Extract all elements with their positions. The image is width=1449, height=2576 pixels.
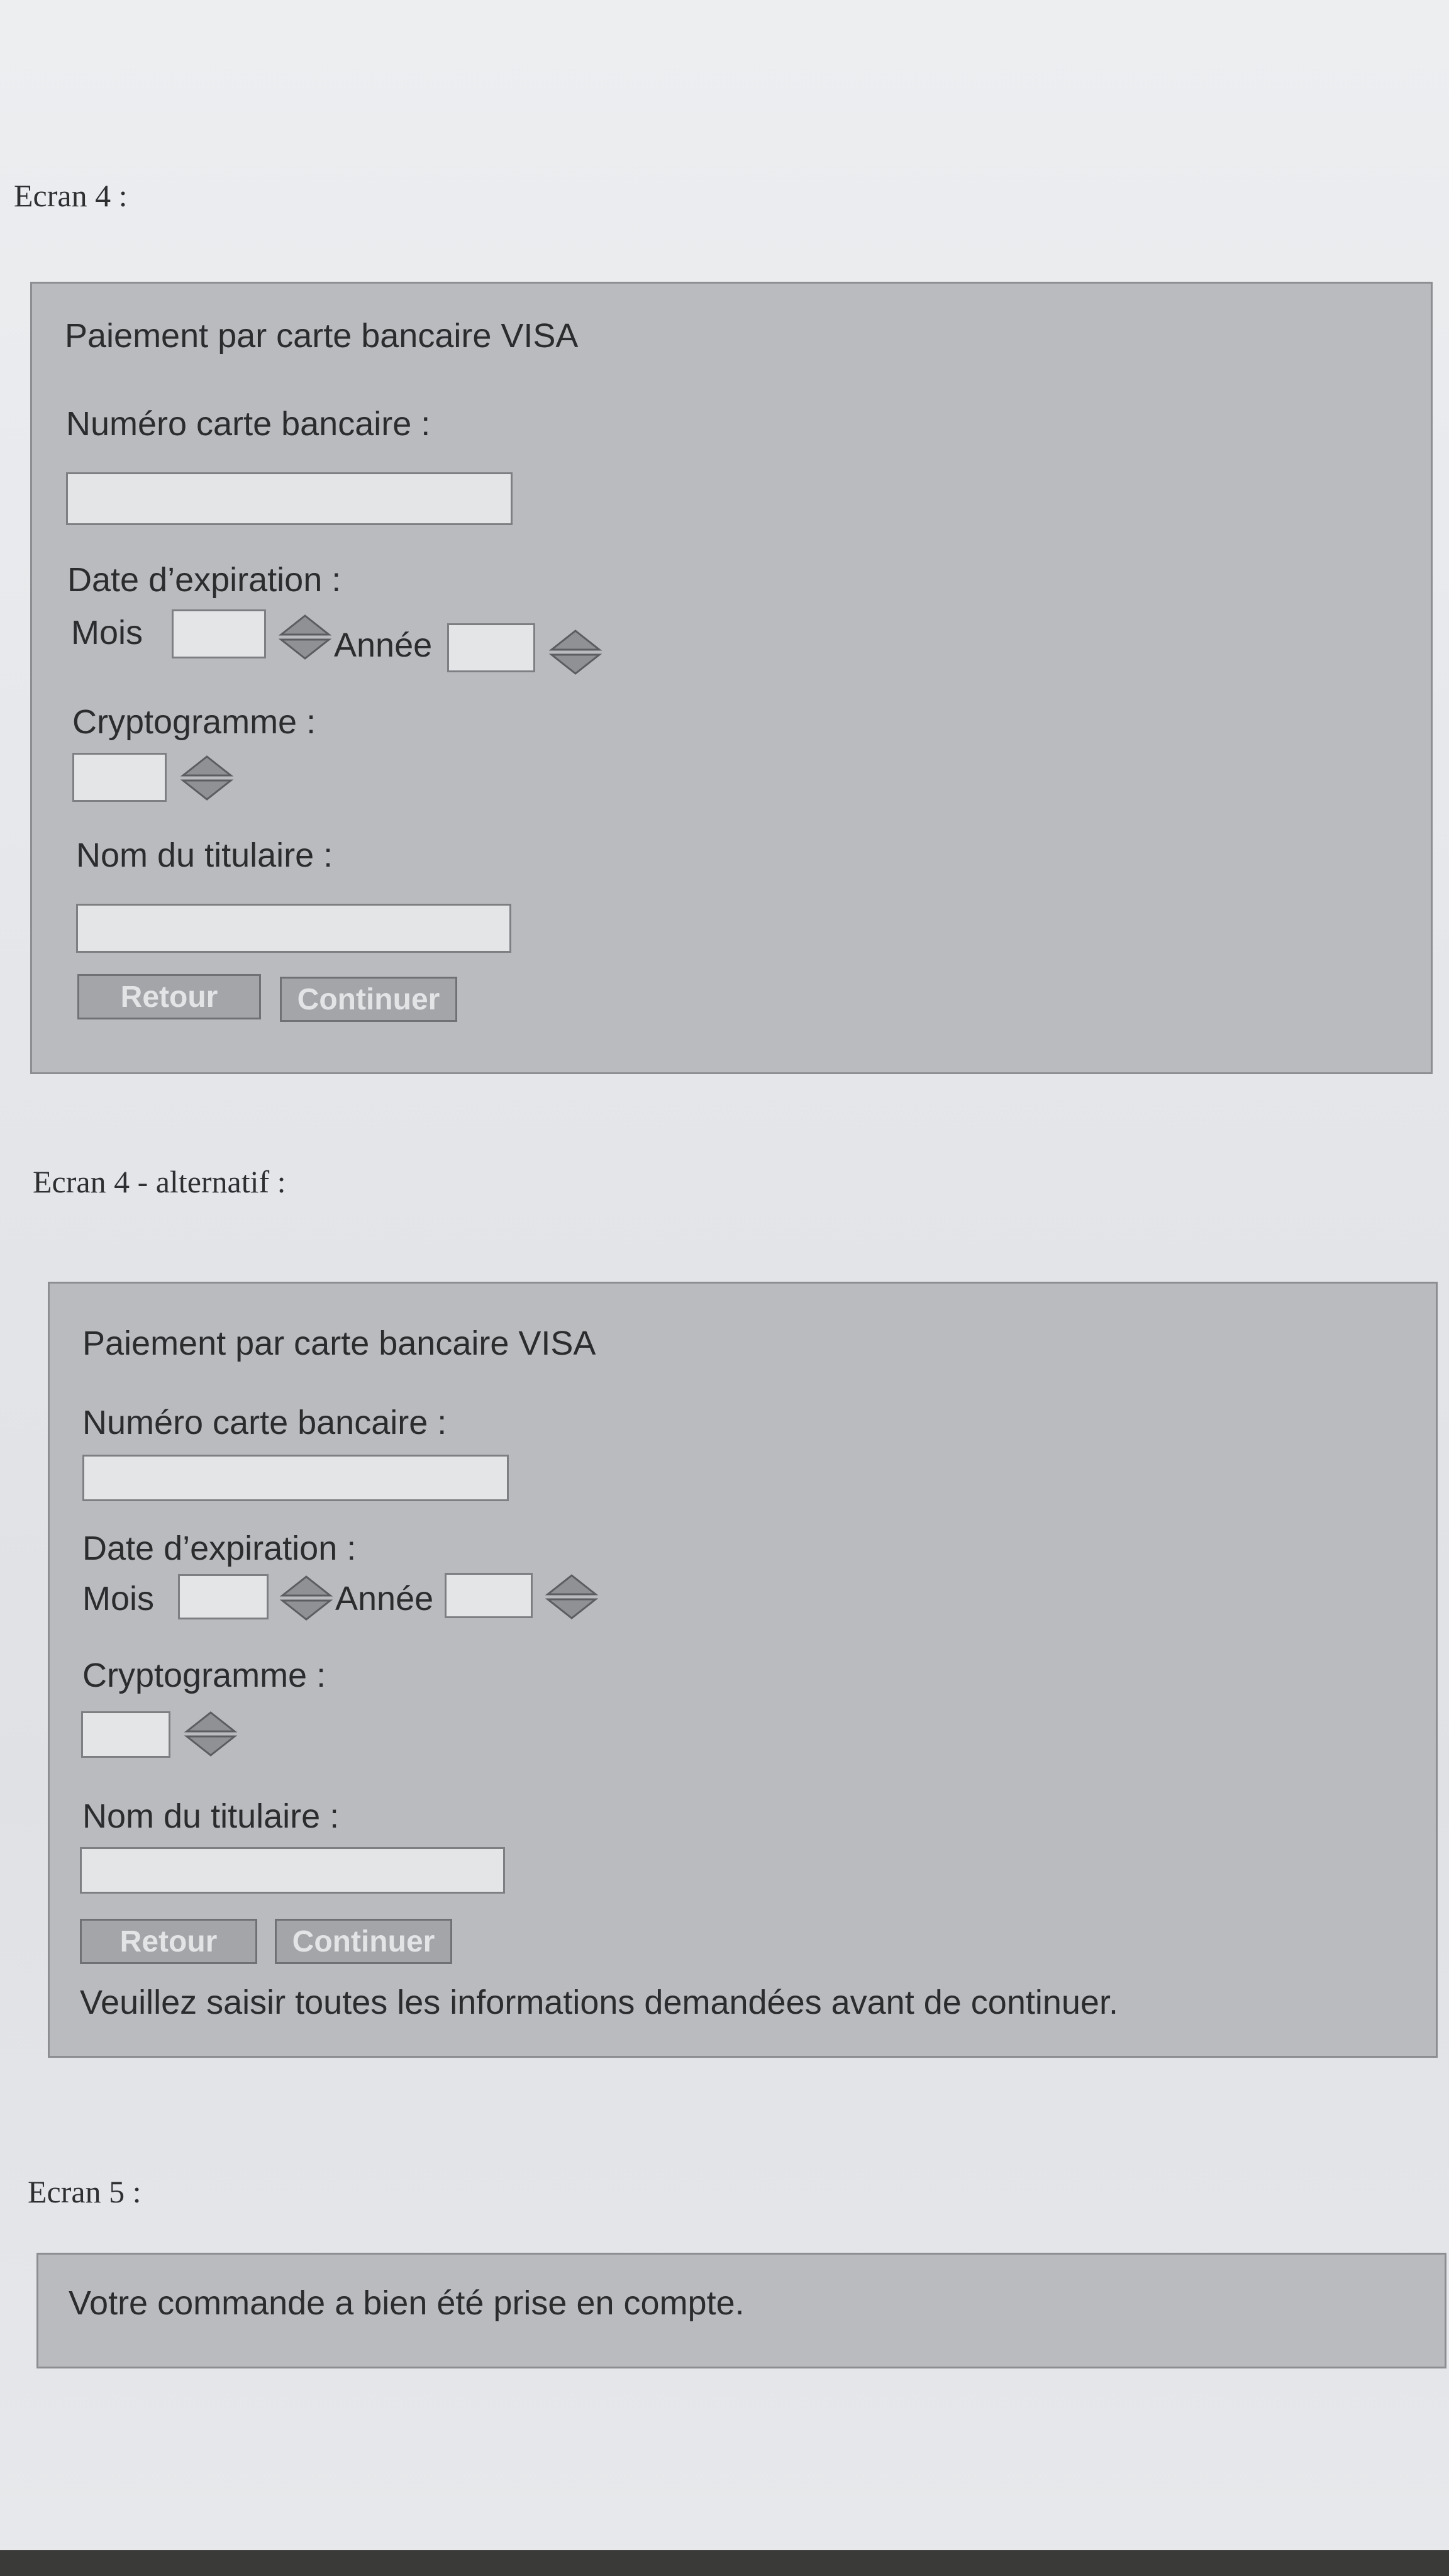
month-input[interactable] xyxy=(172,609,266,658)
cvv-input[interactable] xyxy=(72,753,167,802)
month-spinner-icon[interactable] xyxy=(279,613,331,661)
year-spinner-icon[interactable] xyxy=(545,1573,598,1621)
year-label: Année xyxy=(335,1580,434,1618)
card-number-label: Numéro carte bancaire : xyxy=(66,405,431,443)
expiry-label: Date d’expiration : xyxy=(67,561,341,599)
cvv-spinner-icon[interactable] xyxy=(180,754,233,802)
cvv-label: Cryptogramme : xyxy=(72,703,316,741)
confirmation-message: Votre commande a bien été prise en compt… xyxy=(69,2284,745,2322)
year-input[interactable] xyxy=(447,623,535,672)
cvv-label: Cryptogramme : xyxy=(82,1657,326,1694)
payment-form-panel: Paiement par carte bancaire VISA Numéro … xyxy=(30,282,1433,1074)
month-label: Mois xyxy=(82,1580,155,1618)
year-input[interactable] xyxy=(445,1573,533,1618)
holder-input[interactable] xyxy=(76,904,511,953)
holder-label: Nom du titulaire : xyxy=(76,836,333,874)
back-button[interactable]: Retour xyxy=(80,1919,257,1964)
payment-form-alt-panel: Paiement par carte bancaire VISA Numéro … xyxy=(48,1282,1438,2058)
card-number-input[interactable] xyxy=(66,472,513,525)
year-spinner-icon[interactable] xyxy=(549,628,602,676)
screen-4-alt-heading: Ecran 4 - alternatif : xyxy=(33,1164,286,1199)
card-number-input[interactable] xyxy=(82,1455,509,1501)
back-button[interactable]: Retour xyxy=(77,974,261,1019)
year-label: Année xyxy=(334,626,433,664)
continue-button[interactable]: Continuer xyxy=(275,1919,452,1964)
error-message: Veuillez saisir toutes les informations … xyxy=(80,1984,1118,2021)
screen-4-heading: Ecran 4 : xyxy=(14,178,128,213)
cvv-spinner-icon[interactable] xyxy=(184,1710,237,1758)
expiry-label: Date d’expiration : xyxy=(82,1530,357,1567)
screen-5-heading: Ecran 5 : xyxy=(28,2174,142,2209)
month-input[interactable] xyxy=(178,1574,269,1619)
card-number-label: Numéro carte bancaire : xyxy=(82,1404,447,1441)
cvv-input[interactable] xyxy=(81,1711,170,1758)
holder-input[interactable] xyxy=(80,1847,505,1894)
month-label: Mois xyxy=(71,614,143,652)
continue-button[interactable]: Continuer xyxy=(280,977,457,1022)
form-title: Paiement par carte bancaire VISA xyxy=(82,1324,596,1362)
holder-label: Nom du titulaire : xyxy=(82,1797,340,1835)
confirmation-panel: Votre commande a bien été prise en compt… xyxy=(36,2253,1446,2368)
form-title: Paiement par carte bancaire VISA xyxy=(65,317,579,355)
month-spinner-icon[interactable] xyxy=(280,1574,333,1622)
paper-sheet: Ecran 4 : Paiement par carte bancaire VI… xyxy=(0,0,1449,2550)
